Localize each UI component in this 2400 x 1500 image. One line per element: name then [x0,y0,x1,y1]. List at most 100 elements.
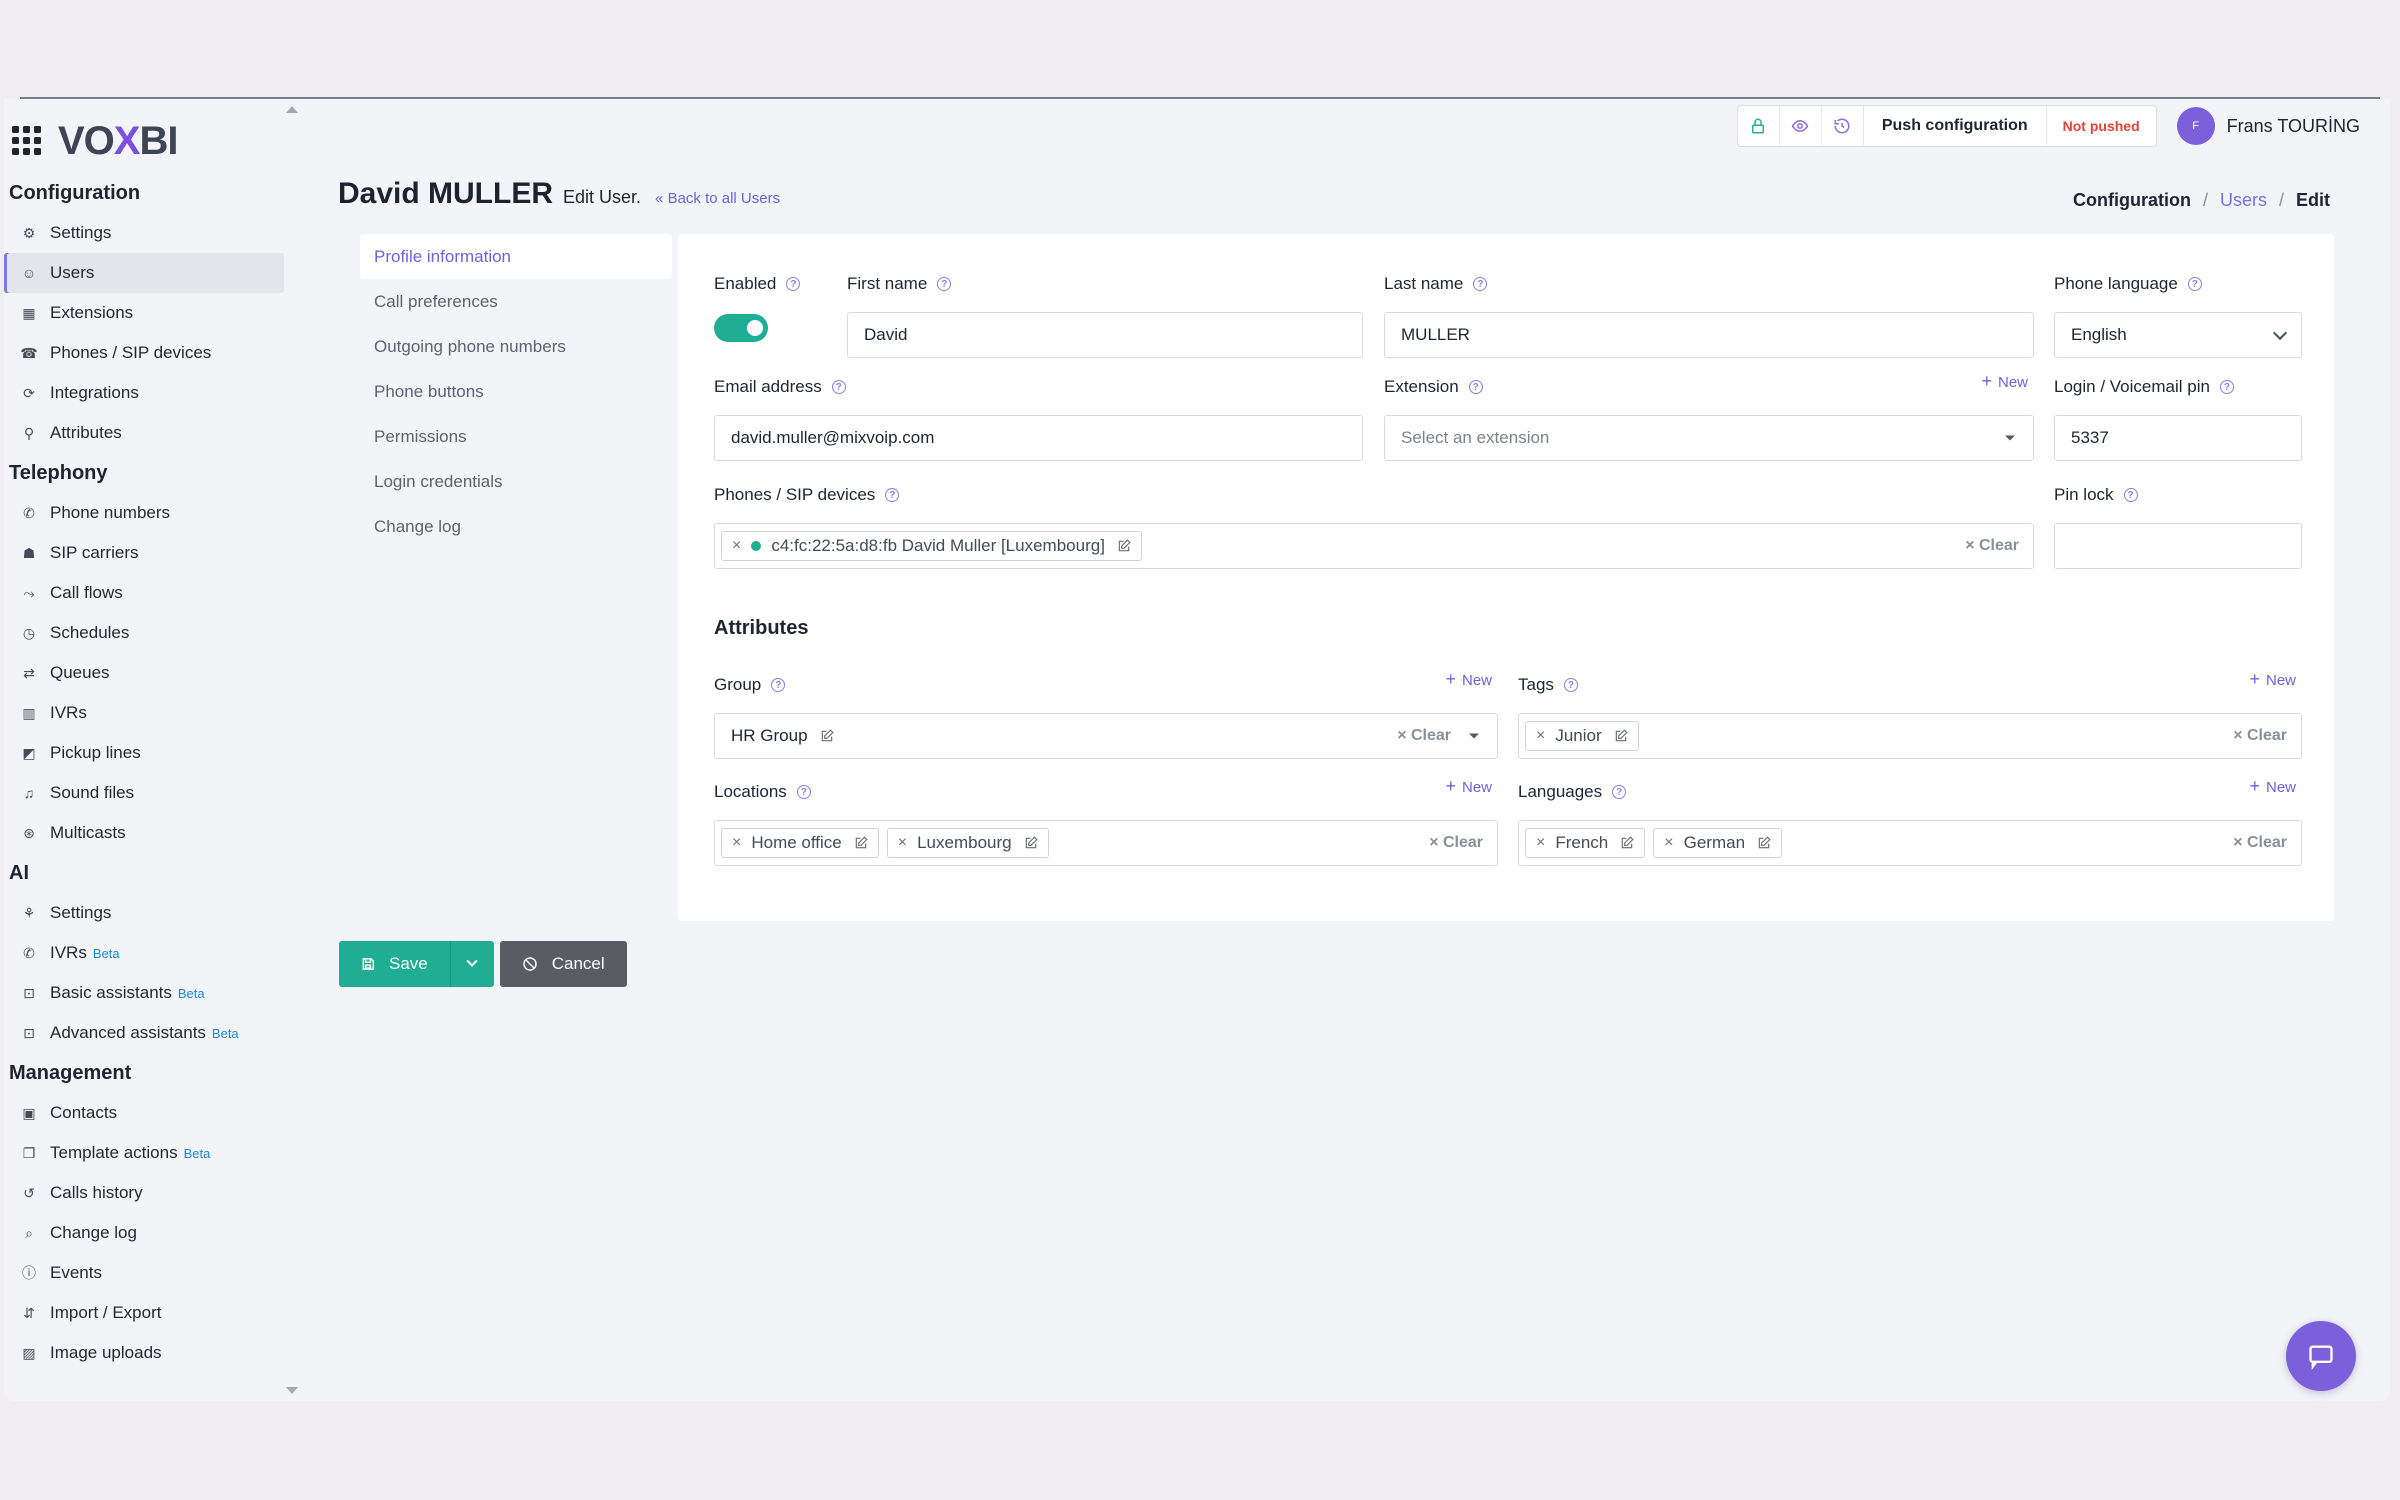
new-language-link[interactable]: + New [2249,776,2296,797]
eye-icon[interactable] [1780,106,1822,146]
breadcrumb-users[interactable]: Users [2220,190,2267,211]
sidebar-item-multicasts[interactable]: ⊛ Multicasts [4,813,284,853]
apps-grid-icon[interactable] [12,126,42,156]
sidebar-item-phone-numbers[interactable]: ✆ Phone numbers [4,493,284,533]
email-input[interactable]: david.muller@mixvoip.com [714,415,1363,461]
help-icon[interactable]: ? [786,277,801,291]
remove-tag-icon[interactable]: × [1536,727,1545,745]
tab-call-preferences[interactable]: Call preferences [360,279,672,324]
back-to-users-link[interactable]: « Back to all Users [655,190,780,207]
edit-icon[interactable] [1024,836,1038,850]
help-icon[interactable]: ? [1612,785,1627,799]
remove-tag-icon[interactable]: × [732,537,741,555]
sidebar-item-attributes[interactable]: ⚲ Attributes [4,413,284,453]
devices-multiselect[interactable]: × c4:fc:22:5a:d8:fb David Muller [Luxemb… [714,523,2034,569]
sidebar-item-integrations[interactable]: ⟳ Integrations [4,373,284,413]
sidebar-item-label: Template actions [50,1143,178,1162]
group-select[interactable]: HR Group × Clear [714,713,1498,759]
edit-icon[interactable] [854,836,868,850]
edit-icon[interactable] [1757,836,1771,850]
push-configuration-button[interactable]: Push configuration [1864,106,2047,146]
new-tag-link[interactable]: + New [2249,669,2296,690]
remove-tag-icon[interactable]: × [1536,834,1545,852]
remove-tag-icon[interactable]: × [732,834,741,852]
phone-language-select[interactable]: English [2054,312,2302,358]
edit-icon[interactable] [1620,836,1634,850]
sidebar-item-contacts[interactable]: ▣ Contacts [4,1093,284,1133]
tab-profile-information[interactable]: Profile information [360,234,672,279]
help-icon[interactable]: ? [2219,380,2234,394]
clear-tags-button[interactable]: × Clear [2233,727,2287,745]
sidebar-item-basic-assistants[interactable]: ⊡ Basic assistants Beta [4,973,284,1013]
edit-icon[interactable] [1614,729,1628,743]
sidebar-item-schedules[interactable]: ◷ Schedules [4,613,284,653]
sidebar-scroll-up[interactable] [286,106,298,113]
tags-multiselect[interactable]: × Junior × Clear [1518,713,2302,759]
edit-icon[interactable] [1117,539,1131,553]
tab-change-log[interactable]: Change log [360,504,672,549]
clear-devices-button[interactable]: × Clear [1965,537,2019,555]
save-button[interactable]: Save [339,941,450,987]
sidebar-item-pickup-lines[interactable]: ◩ Pickup lines [4,733,284,773]
clear-locations-button[interactable]: × Clear [1429,834,1483,852]
sidebar-item-advanced-assistants[interactable]: ⊡ Advanced assistants Beta [4,1013,284,1053]
extension-select[interactable]: Select an extension [1384,415,2034,461]
help-icon[interactable]: ? [885,488,900,502]
languages-multiselect[interactable]: × French × German × Clear [1518,820,2302,866]
help-icon[interactable]: ? [771,678,786,692]
voxbi-logo[interactable]: VOXBI [58,119,178,164]
sidebar-item-import-export[interactable]: ⇵ Import / Export [4,1293,284,1333]
clear-languages-button[interactable]: × Clear [2233,834,2287,852]
sidebar-item-extensions[interactable]: ▦ Extensions [4,293,284,333]
help-icon[interactable]: ? [1468,380,1483,394]
help-icon[interactable]: ? [1563,678,1578,692]
help-icon[interactable]: ? [937,277,952,291]
locations-multiselect[interactable]: × Home office × Luxembourg × Clear [714,820,1498,866]
sidebar-item-image-uploads[interactable]: ▨ Image uploads [4,1333,284,1373]
sidebar-item-settings[interactable]: ⚙ Settings [4,213,284,253]
enabled-toggle[interactable] [714,314,768,342]
edit-icon[interactable] [820,729,834,743]
sidebar-item-calls-history[interactable]: ↺ Calls history [4,1173,284,1213]
help-icon[interactable]: ? [2187,277,2202,291]
clear-group-button[interactable]: × Clear [1397,727,1451,745]
first-name-input[interactable]: David [847,312,1363,358]
sidebar-item-sound-files[interactable]: ♫ Sound files [4,773,284,813]
history-icon[interactable] [1822,106,1864,146]
sidebar-item-call-flows[interactable]: ⤳ Call flows [4,573,284,613]
help-icon[interactable]: ? [2123,488,2138,502]
sidebar-item-queues[interactable]: ⇄ Queues [4,653,284,693]
sidebar-item-ivrs[interactable]: ▥ IVRs [4,693,284,733]
sidebar-item-phones-sip-devices[interactable]: ☎ Phones / SIP devices [4,333,284,373]
new-location-link[interactable]: + New [1445,776,1492,797]
help-icon[interactable]: ? [796,785,811,799]
save-options-dropdown[interactable] [449,941,494,987]
sidebar-item-events[interactable]: ⓘ Events [4,1253,284,1293]
sidebar-item-ivrs[interactable]: ✆ IVRs Beta [4,933,284,973]
pin-input[interactable]: 5337 [2054,415,2302,461]
sidebar-item-sip-carriers[interactable]: ☗ SIP carriers [4,533,284,573]
sidebar-item-users[interactable]: ☺ Users [4,253,284,293]
sidebar-item-template-actions[interactable]: ❐ Template actions Beta [4,1133,284,1173]
sidebar-item-settings[interactable]: ⚘ Settings [4,893,284,933]
new-extension-link[interactable]: + New [1981,371,2028,392]
tab-permissions[interactable]: Permissions [360,414,672,459]
remove-tag-icon[interactable]: × [1664,834,1673,852]
new-group-link[interactable]: + New [1445,669,1492,690]
remove-tag-icon[interactable]: × [898,834,907,852]
sidebar-scroll-down[interactable] [286,1387,298,1394]
tab-login-credentials[interactable]: Login credentials [360,459,672,504]
email-field: Email address? david.muller@mixvoip.com [714,375,1363,461]
sidebar-item-change-log[interactable]: ⌕ Change log [4,1213,284,1253]
help-icon[interactable]: ? [831,380,846,394]
breadcrumb-configuration[interactable]: Configuration [2073,190,2191,211]
lock-icon[interactable] [1738,106,1780,146]
tab-phone-buttons[interactable]: Phone buttons [360,369,672,414]
tab-outgoing-phone-numbers[interactable]: Outgoing phone numbers [360,324,672,369]
user-menu[interactable]: F Frans TOURİNG [2176,107,2360,145]
chat-support-button[interactable] [2286,1321,2356,1391]
last-name-input[interactable]: MULLER [1384,312,2034,358]
help-icon[interactable]: ? [1473,277,1488,291]
pin-lock-input[interactable] [2054,523,2302,569]
cancel-button[interactable]: Cancel [499,941,627,987]
